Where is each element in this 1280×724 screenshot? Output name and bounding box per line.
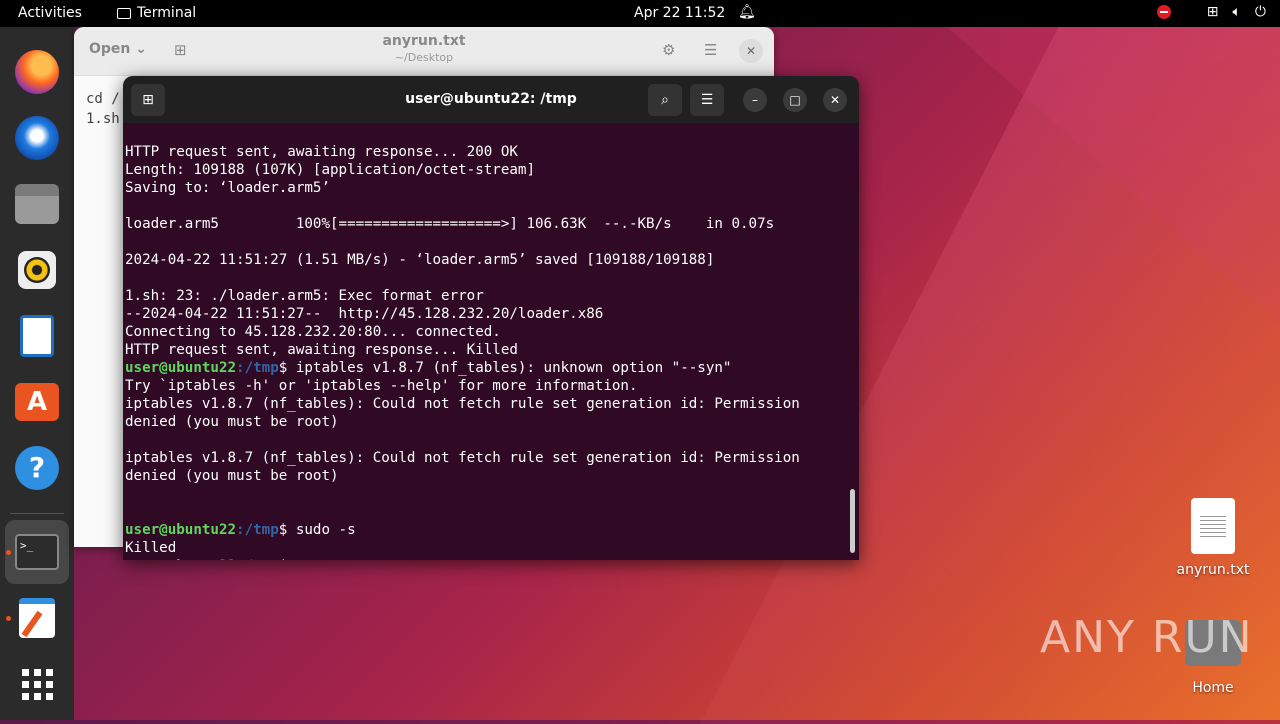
prompt-user: user@ubuntu22 <box>125 522 237 538</box>
prompt-user: user@ubuntu22 <box>125 360 237 376</box>
desktop-file-label: anyrun.txt <box>1176 562 1250 578</box>
terminal-icon: >_ <box>15 534 59 570</box>
app-name: Terminal <box>137 5 197 21</box>
rhythmbox-icon <box>18 251 56 289</box>
show-apps-button[interactable] <box>5 652 69 716</box>
dock: A ? >_ <box>0 27 74 720</box>
search-icon: ⌕ <box>661 92 669 108</box>
clock[interactable]: Apr 22 11:52 <box>634 5 725 21</box>
help-icon: ? <box>15 446 59 490</box>
text-editor-icon <box>19 598 55 638</box>
search-button[interactable]: ⌕ <box>648 84 682 116</box>
output-line: Connecting to 45.128.232.20:80... connec… <box>125 324 501 340</box>
maximize-button[interactable]: □ <box>783 88 807 112</box>
output-line: 1.sh: 23: ./loader.arm5: Exec format err… <box>125 288 484 304</box>
text-line: cd / <box>86 91 120 107</box>
output-line: Try `iptables -h' or 'iptables --help' f… <box>125 378 638 394</box>
dock-item-software[interactable]: A <box>5 370 69 434</box>
output-line: Length: 109188 (107K) [application/octet… <box>125 162 535 178</box>
output-line: --2024-04-22 11:51:27-- http://45.128.23… <box>125 306 604 322</box>
bell-icon: 🔔︎ <box>738 4 756 20</box>
output-line: Saving to: ‘loader.arm5’ <box>125 180 330 196</box>
minimize-icon: – <box>752 93 758 107</box>
volume-icon: 🔈︎ <box>1232 4 1241 20</box>
running-indicator <box>6 616 11 621</box>
text-editor-content[interactable]: cd / 1.sh <box>86 89 120 129</box>
text-editor-header: Open ⌄ ⊞ anyrun.txt ~/Desktop ⚙ ☰ ✕ <box>74 27 774 76</box>
anyrun-watermark: ANY RUN <box>1040 612 1254 663</box>
terminal-icon <box>117 7 131 19</box>
close-icon: ✕ <box>829 93 841 107</box>
writer-icon <box>20 315 54 357</box>
dock-item-files[interactable] <box>5 172 69 236</box>
output-line: HTTP request sent, awaiting response... … <box>125 342 518 358</box>
desktop-file-anyrun[interactable]: anyrun.txt <box>1170 498 1256 578</box>
maximize-icon: □ <box>789 93 801 107</box>
no-entry-icon <box>1156 5 1171 19</box>
output-line: denied (you must be root) <box>125 414 339 430</box>
minimize-button[interactable]: – <box>743 88 767 112</box>
menu-icon: ☰ <box>700 92 714 108</box>
terminal-window[interactable]: ⊞ user@ubuntu22: /tmp ⌕ ☰ – □ ✕ HTTP req… <box>123 76 859 560</box>
prompt-path: :/tmp <box>236 360 279 376</box>
dock-item-help[interactable]: ? <box>5 436 69 500</box>
dock-item-writer[interactable] <box>5 304 69 368</box>
activities-button[interactable]: Activities <box>18 5 82 21</box>
system-tray[interactable]: ⊞ 🔈︎ ⏻ <box>1156 4 1266 20</box>
prompt-line: user@ubuntu22:/tmp$ sudo -s <box>125 521 845 539</box>
output-line: denied (you must be root) <box>125 468 339 484</box>
dock-item-text-editor[interactable] <box>5 586 69 650</box>
gear-icon[interactable]: ⚙ <box>662 41 675 59</box>
dock-item-thunderbird[interactable] <box>5 106 69 170</box>
scrollbar[interactable] <box>850 489 855 553</box>
app-menu[interactable]: Terminal <box>117 5 196 21</box>
prompt-line: user@ubuntu22:/tmp$ iptables v1.8.7 (nf_… <box>125 359 845 377</box>
close-button[interactable]: ✕ <box>823 88 847 112</box>
prompt-path: :/tmp <box>236 522 279 538</box>
output-line: HTTP request sent, awaiting response... … <box>125 144 518 160</box>
menu-button[interactable]: ☰ <box>690 84 724 116</box>
output-line: Killed <box>125 540 177 556</box>
dock-separator <box>10 513 64 514</box>
prompt-sign: $ <box>279 558 288 560</box>
close-icon[interactable]: ✕ <box>739 39 763 63</box>
dock-item-firefox[interactable] <box>5 40 69 104</box>
terminal-output[interactable]: HTTP request sent, awaiting response... … <box>125 125 845 560</box>
output-line: 2024-04-22 11:51:27 (1.51 MB/s) - ‘loade… <box>125 252 715 268</box>
text-file-icon <box>1191 498 1235 554</box>
output-line: iptables v1.8.7 (nf_tables): Could not f… <box>125 396 800 412</box>
prompt-path: :/tmp <box>236 558 279 560</box>
command-text: iptables v1.8.7 (nf_tables): unknown opt… <box>287 360 732 376</box>
firefox-icon <box>15 50 59 94</box>
network-icon: ⊞ <box>1206 4 1219 20</box>
running-indicator <box>6 550 11 555</box>
menu-icon[interactable]: ☰ <box>704 41 717 59</box>
terminal-header: ⊞ user@ubuntu22: /tmp ⌕ ☰ – □ ✕ <box>123 76 859 123</box>
files-icon <box>15 184 59 224</box>
dock-item-terminal[interactable]: >_ <box>5 520 69 584</box>
command-text: sudo -s <box>287 522 356 538</box>
software-store-icon: A <box>15 383 59 421</box>
output-line: iptables v1.8.7 (nf_tables): Could not f… <box>125 450 800 466</box>
prompt-line: user@ubuntu22:/tmp$ <box>125 557 845 560</box>
text-line: 1.sh <box>86 111 120 127</box>
top-bar: Activities Terminal Apr 22 11:52 🔔︎ ⊞ 🔈︎… <box>0 0 1280 27</box>
thunderbird-icon <box>15 116 59 160</box>
desktop-home-label: Home <box>1192 680 1234 696</box>
power-icon: ⏻ <box>1254 4 1266 20</box>
dock-item-rhythmbox[interactable] <box>5 238 69 302</box>
output-line: loader.arm5 100%[===================>] 1… <box>125 216 775 232</box>
prompt-user: user@ubuntu22 <box>125 558 236 560</box>
grid-icon <box>21 668 53 700</box>
